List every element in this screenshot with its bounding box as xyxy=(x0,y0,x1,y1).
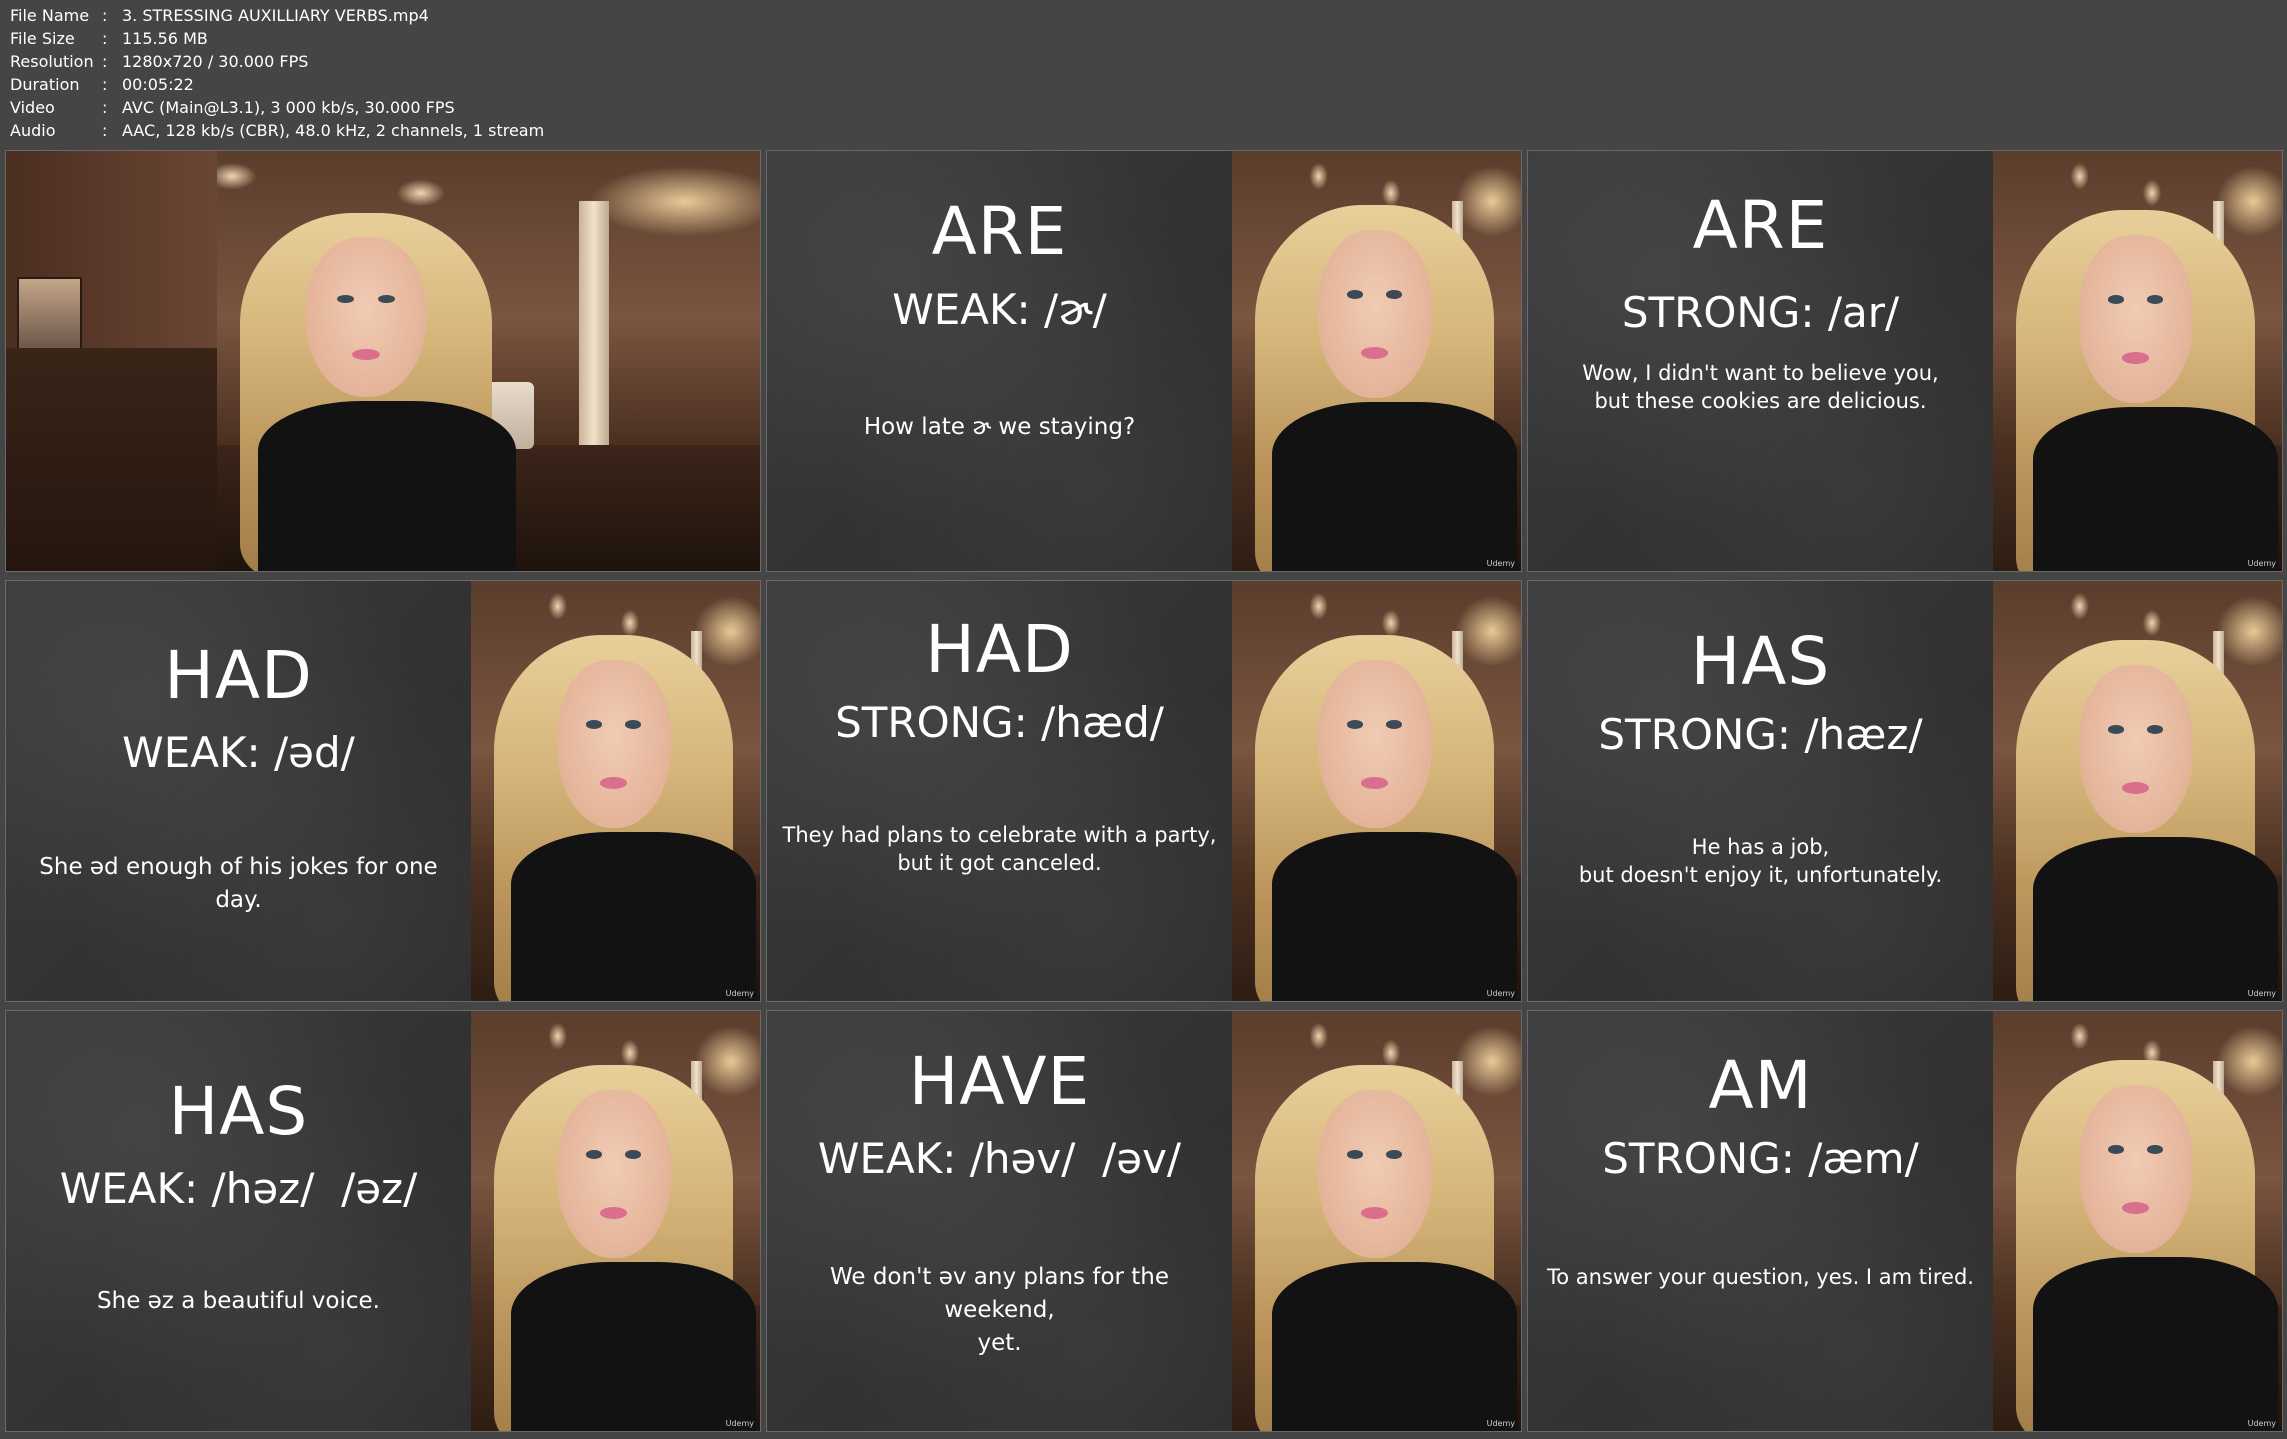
file-info-row: Resolution:1280x720 / 30.000 FPS xyxy=(10,50,544,73)
presenter xyxy=(1232,171,1517,571)
slide-phonetic: STRONG: /hæd/ xyxy=(835,698,1164,747)
wall-poster xyxy=(17,277,82,353)
slide-phonetic: WEAK: /əd/ xyxy=(122,728,355,777)
presenter xyxy=(1993,1026,2278,1431)
thumbnail-slide[interactable]: HAD WEAK: /əd/ She əd enough of his joke… xyxy=(5,580,761,1002)
file-info-key: Video xyxy=(10,98,55,117)
thumbnail-camera[interactable] xyxy=(5,150,761,572)
slide-phonetic: STRONG: /ar/ xyxy=(1621,288,1900,337)
file-info-key: Resolution xyxy=(10,52,94,71)
slide-phonetic: STRONG: /hæz/ xyxy=(1598,710,1923,759)
chalkboard-slide: HAD WEAK: /əd/ She əd enough of his joke… xyxy=(6,581,471,1001)
thumbnail-slide[interactable]: HAVE WEAK: /həv/ /əv/ We don't əv any pl… xyxy=(766,1010,1522,1432)
slide-word: HAD xyxy=(164,637,313,714)
file-info-value: 1280x720 / 30.000 FPS xyxy=(122,52,309,71)
presenter xyxy=(471,1031,756,1431)
presenter xyxy=(1232,601,1517,1001)
udemy-watermark: Udemy xyxy=(725,1419,754,1428)
file-info-row: Video: AVC (Main@L3.1), 3 000 kb/s, 30.00… xyxy=(10,96,544,119)
file-info-row: Duration:00:05:22 xyxy=(10,73,544,96)
file-info-value: 3. STRESSING AUXILLIARY VERBS.mp4 xyxy=(122,6,429,25)
slide-word: HAD xyxy=(925,611,1074,688)
udemy-watermark: Udemy xyxy=(1486,559,1515,568)
udemy-watermark: Udemy xyxy=(2247,989,2276,998)
slide-word: HAVE xyxy=(908,1043,1091,1120)
file-info-separator: : xyxy=(102,6,108,25)
chalkboard-slide: HAS WEAK: /həz/ /əz/ She əz a beautiful … xyxy=(6,1011,471,1431)
chalkboard-slide: HAS STRONG: /hæz/ He has a job, but does… xyxy=(1528,581,1993,1001)
slide-phonetic: WEAK: /ɚ/ xyxy=(892,285,1107,334)
presenter xyxy=(471,601,756,1001)
file-info-value: 115.56 MB xyxy=(122,29,208,48)
thumbnail-slide[interactable]: ARE WEAK: /ɚ/ How late ɚ we staying? Ude… xyxy=(766,150,1522,572)
thumbnail-slide[interactable]: HAD STRONG: /hæd/ They had plans to cele… xyxy=(766,580,1522,1002)
file-info-value: AVC (Main@L3.1), 3 000 kb/s, 30.000 FPS xyxy=(122,98,455,117)
file-info-key: File Size xyxy=(10,29,75,48)
chalkboard-slide: HAD STRONG: /hæd/ They had plans to cele… xyxy=(767,581,1232,1001)
chalkboard-slide: HAVE WEAK: /həv/ /əv/ We don't əv any pl… xyxy=(767,1011,1232,1431)
slide-phonetic: WEAK: /həv/ /əv/ xyxy=(817,1134,1182,1183)
slide-word: ARE xyxy=(1692,187,1829,264)
chalkboard-slide: ARE STRONG: /ar/ Wow, I didn't want to b… xyxy=(1528,151,1993,571)
file-info-key: Duration xyxy=(10,75,80,94)
file-info-separator: : xyxy=(102,121,108,140)
file-info-separator: : xyxy=(102,29,108,48)
file-info-header: File Name:3. STRESSING AUXILLIARY VERBS.… xyxy=(10,4,544,142)
slide-sentence: Wow, I didn't want to believe you, but t… xyxy=(1582,361,1939,413)
thumbnail-slide[interactable]: HAS WEAK: /həz/ /əz/ She əz a beautiful … xyxy=(5,1010,761,1432)
chalkboard-slide: AM STRONG: /æm/ To answer your question,… xyxy=(1528,1011,1993,1431)
thumbnail-slide[interactable]: AM STRONG: /æm/ To answer your question,… xyxy=(1527,1010,2283,1432)
slide-sentence: To answer your question, yes. I am tired… xyxy=(1547,1265,1974,1289)
file-info-separator: : xyxy=(102,98,108,117)
udemy-watermark: Udemy xyxy=(2247,1419,2276,1428)
file-info-key: Audio xyxy=(10,121,56,140)
presenter xyxy=(216,181,516,571)
file-info-row: Audio: AAC, 128 kb/s (CBR), 48.0 kHz, 2 c… xyxy=(10,119,544,142)
slide-word: HAS xyxy=(1690,623,1831,700)
slide-sentence: They had plans to celebrate with a party… xyxy=(782,823,1217,875)
slide-sentence: She əd enough of his jokes for one day. xyxy=(39,854,438,913)
slide-phonetic: WEAK: /həz/ /əz/ xyxy=(59,1164,418,1213)
thumbnail-slide[interactable]: HAS STRONG: /hæz/ He has a job, but does… xyxy=(1527,580,2283,1002)
udemy-watermark: Udemy xyxy=(2247,559,2276,568)
slide-phonetic: STRONG: /æm/ xyxy=(1602,1134,1919,1183)
file-info-key: File Name xyxy=(10,6,90,25)
slide-sentence: She əz a beautiful voice. xyxy=(97,1288,380,1314)
udemy-watermark: Udemy xyxy=(1486,1419,1515,1428)
file-info-separator: : xyxy=(102,75,108,94)
chalkboard-slide: ARE WEAK: /ɚ/ How late ɚ we staying? xyxy=(767,151,1232,571)
slide-word: AM xyxy=(1708,1047,1813,1124)
slide-word: HAS xyxy=(168,1073,309,1150)
file-info-value: AAC, 128 kb/s (CBR), 48.0 kHz, 2 channel… xyxy=(122,121,545,140)
udemy-watermark: Udemy xyxy=(725,989,754,998)
file-info-row: File Name:3. STRESSING AUXILLIARY VERBS.… xyxy=(10,4,544,27)
presenter xyxy=(1232,1031,1517,1431)
udemy-watermark: Udemy xyxy=(1486,989,1515,998)
file-info-row: File Size:115.56 MB xyxy=(10,27,544,50)
thumbnail-slide[interactable]: ARE STRONG: /ar/ Wow, I didn't want to b… xyxy=(1527,150,2283,572)
presenter xyxy=(1993,606,2278,1001)
thumbnail-grid: ARE WEAK: /ɚ/ How late ɚ we staying? Ude… xyxy=(5,150,2283,1433)
slide-word: ARE xyxy=(931,193,1068,270)
slide-sentence: We don't əv any plans for the weekend, y… xyxy=(829,1264,1170,1356)
slide-sentence: He has a job, but doesn't enjoy it, unfo… xyxy=(1578,835,1943,887)
presenter xyxy=(1993,176,2278,571)
file-info-value: 00:05:22 xyxy=(122,75,194,94)
slide-sentence: How late ɚ we staying? xyxy=(863,414,1136,440)
file-info-separator: : xyxy=(102,52,108,71)
